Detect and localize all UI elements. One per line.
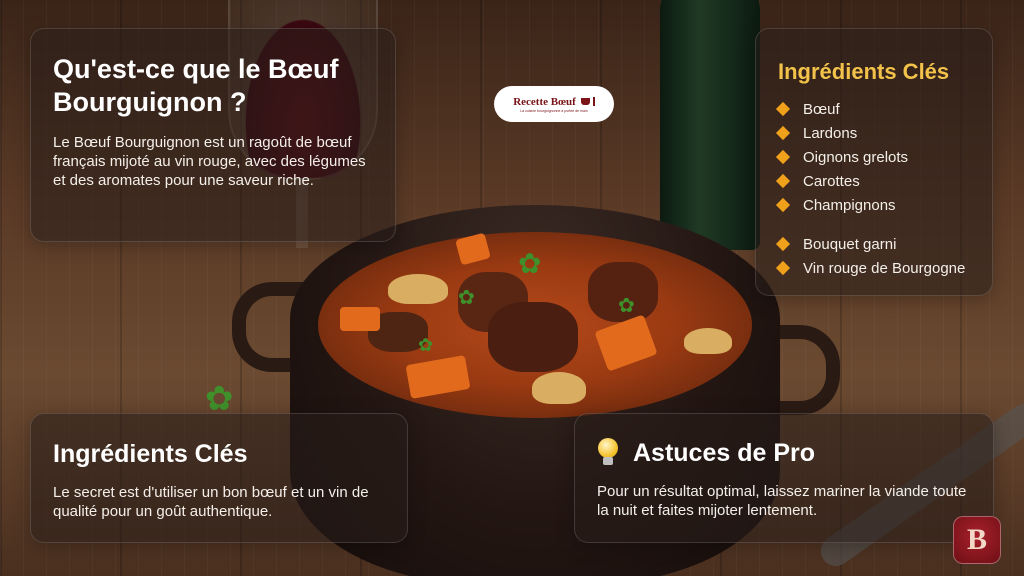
diamond-bullet-icon [775, 101, 791, 117]
secret-text: Le secret est d'utiliser un bon bœuf et … [53, 484, 369, 520]
diamond-bullet-icon [775, 260, 791, 276]
tips-header: Astuces de Pro [597, 438, 977, 468]
diamond-bullet-icon [775, 173, 791, 189]
logo-tagline: La cuisine bourguignonne à portée de mai… [520, 108, 588, 113]
brand-badge-icon: B [953, 516, 1001, 564]
ingredients-list: Bœuf Lardons Oignons grelots Carottes Ch… [775, 97, 982, 280]
diamond-bullet-icon [775, 125, 791, 141]
list-item: Vin rouge de Bourgogne [775, 256, 982, 280]
secret-card: Ingrédients Clés Le secret est d'utilise… [30, 413, 408, 543]
tips-text: Pour un résultat optimal, laissez marine… [597, 483, 967, 519]
wine-glass-icon [592, 97, 595, 106]
parsley-garnish: ✿ [205, 380, 234, 418]
tips-title: Astuces de Pro [633, 438, 816, 467]
list-item: Carottes [775, 169, 982, 193]
diamond-bullet-icon [775, 236, 791, 252]
intro-text: Le Bœuf Bourguignon est un ragoût de bœu… [53, 134, 366, 189]
diamond-bullet-icon [775, 197, 791, 213]
list-item: Bœuf [775, 97, 982, 121]
list-item: Lardons [775, 121, 982, 145]
lightbulb-icon [597, 438, 619, 468]
pot-icon [580, 98, 590, 105]
secret-title: Ingrédients Clés [53, 440, 248, 468]
list-item: Champignons [775, 193, 982, 217]
list-item: Bouquet garni [775, 232, 982, 256]
logo-name: Recette Bœuf [513, 95, 576, 108]
tips-card: Astuces de Pro Pour un résultat optimal,… [574, 413, 994, 543]
intro-card: Qu'est-ce que le Bœuf Bourguignon ? Le B… [30, 28, 396, 242]
wine-bottle [660, 0, 760, 250]
ingredients-card: Ingrédients Clés Bœuf Lardons Oignons gr… [755, 28, 993, 296]
logo: Recette Bœuf La cuisine bourguignonne à … [494, 86, 614, 122]
stew: ✿ ✿ ✿ ✿ [318, 232, 752, 418]
intro-title: Qu'est-ce que le Bœuf Bourguignon ? [53, 54, 339, 117]
list-item: Oignons grelots [775, 145, 982, 169]
ingredients-title: Ingrédients Clés [778, 59, 950, 84]
diamond-bullet-icon [775, 149, 791, 165]
